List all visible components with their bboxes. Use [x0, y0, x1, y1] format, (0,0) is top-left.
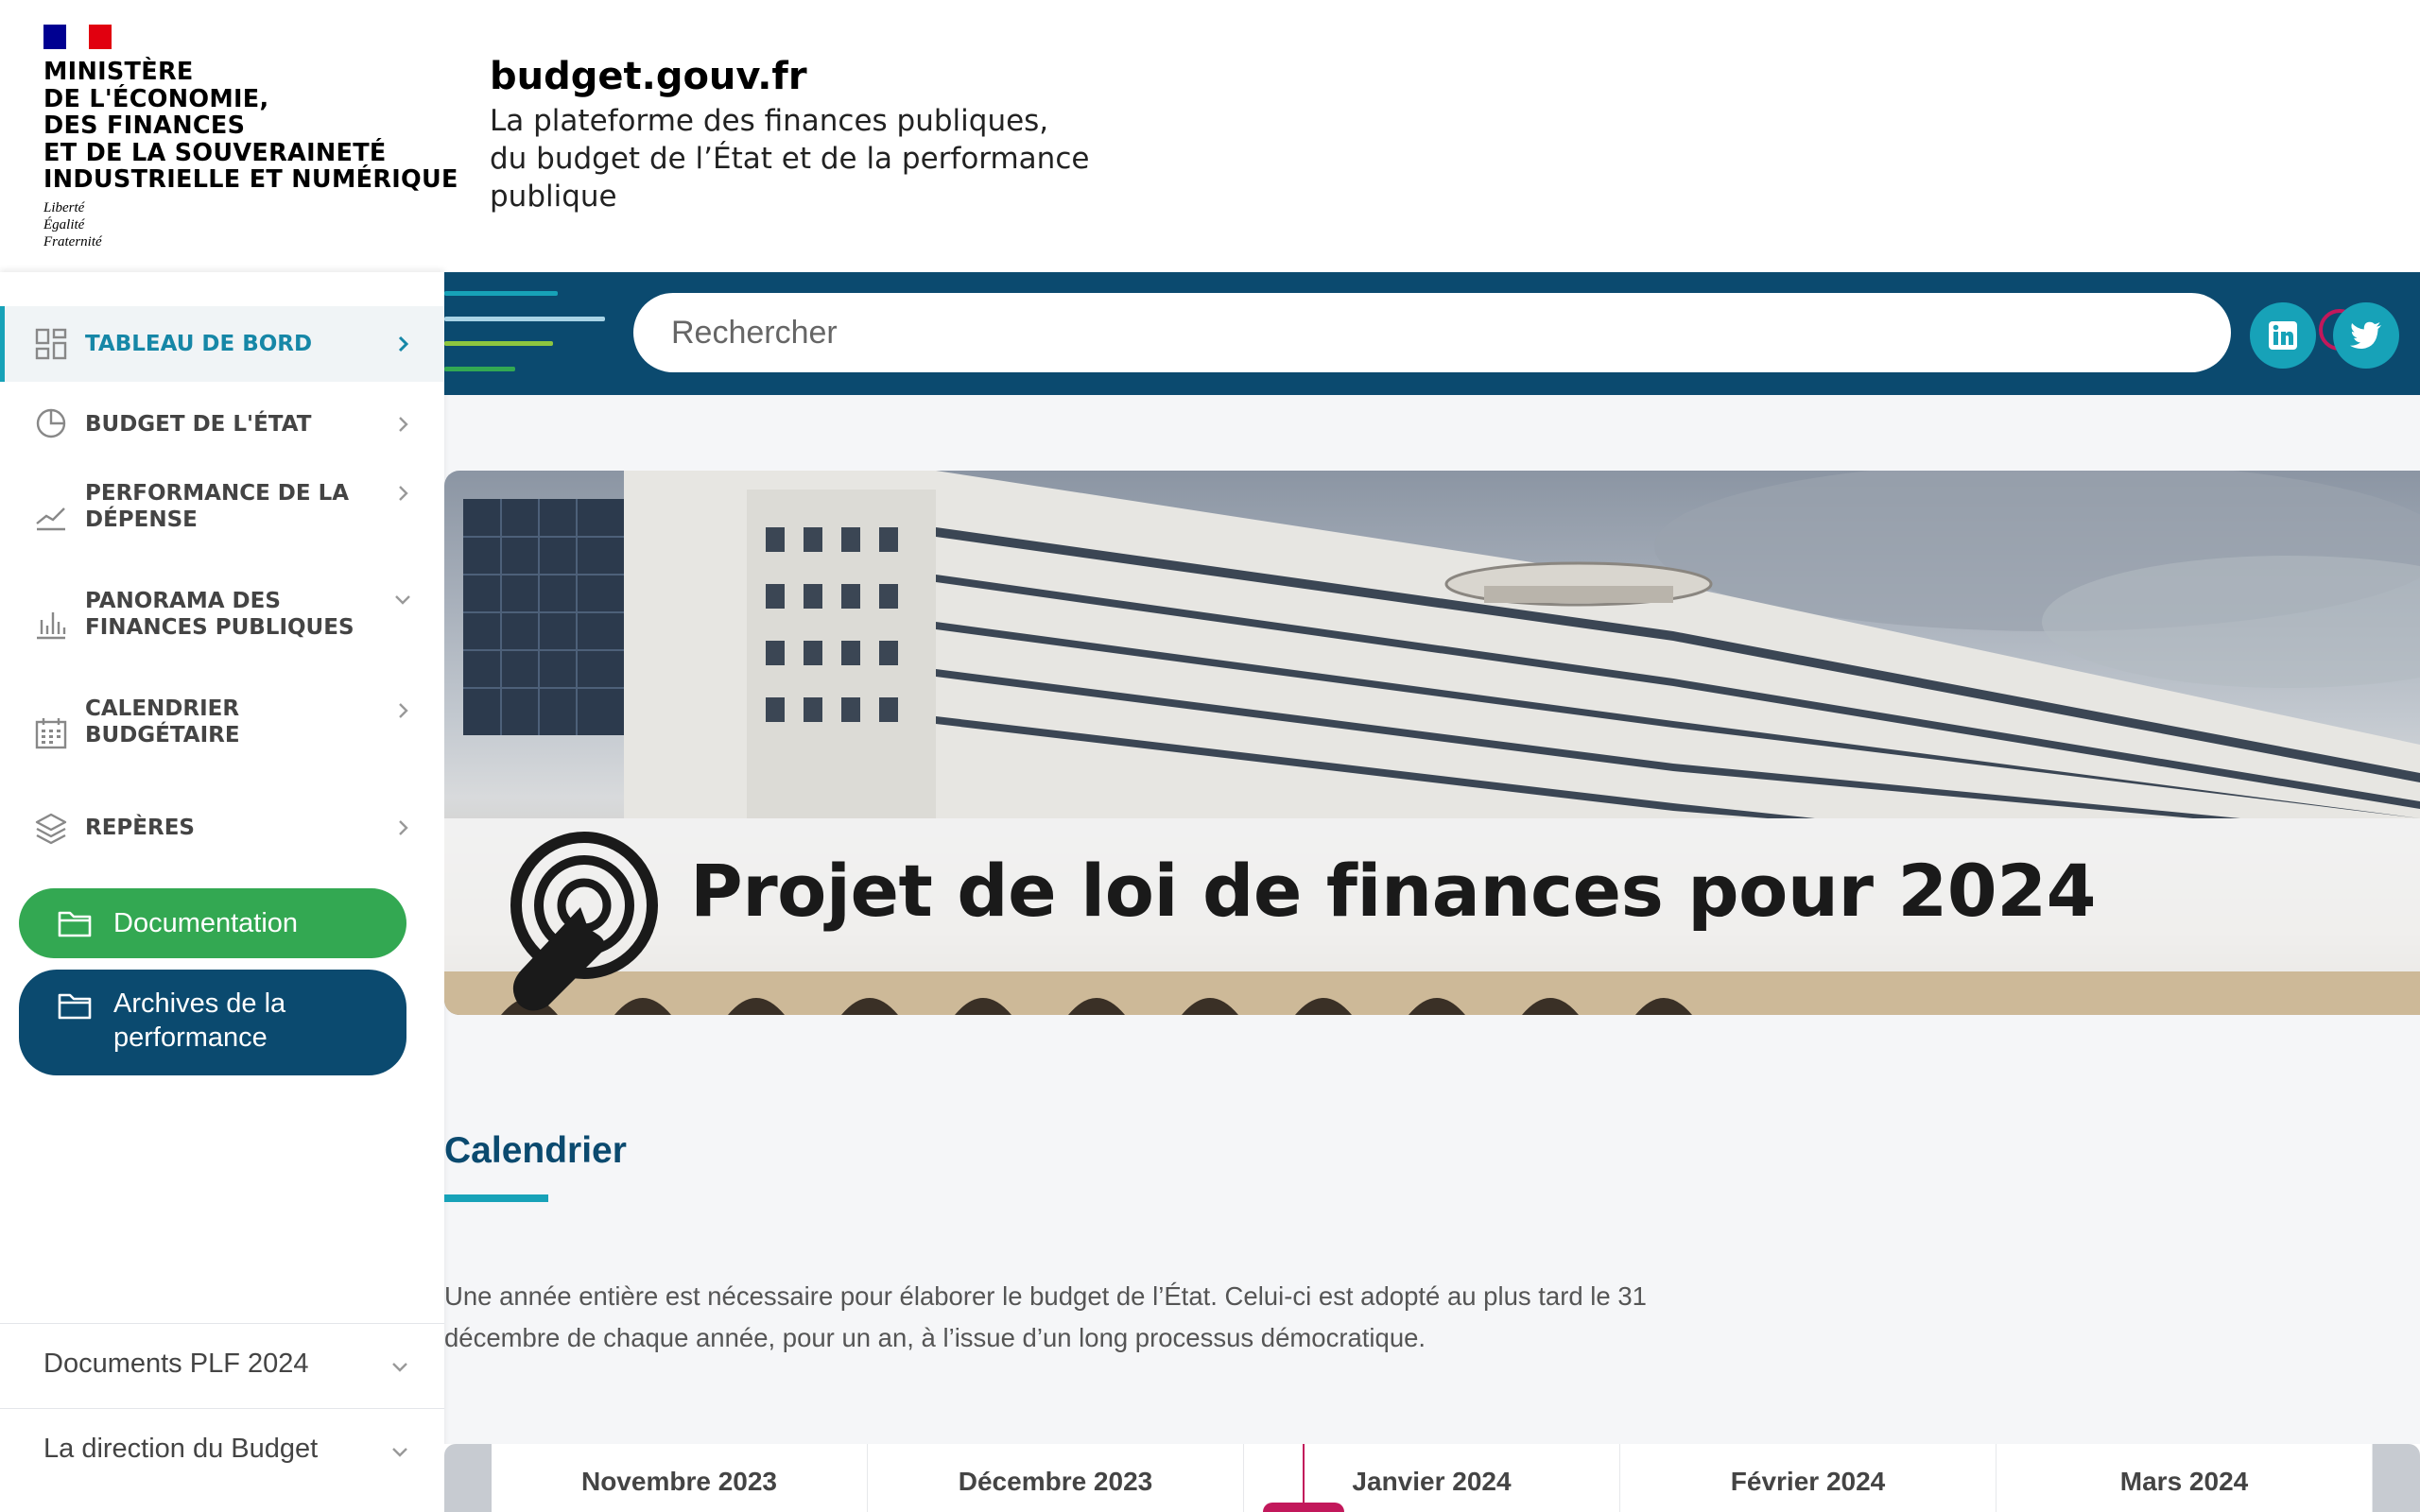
chevron-right-icon — [398, 335, 409, 352]
search-box[interactable] — [633, 293, 2369, 372]
direction-budget-label: La direction du Budget — [43, 1434, 319, 1464]
sidebar-item-budget-etat[interactable]: BUDGET DE L'ÉTAT — [0, 387, 444, 461]
click-hand-icon — [510, 832, 658, 1011]
hero-title: Projet de loi de finances pour 2024 — [690, 849, 2096, 933]
sidebar-item-calendrier[interactable]: CALENDRIER BUDGÉTAIRE — [0, 684, 444, 779]
calendar-description: Une année entière est nécessaire pour él… — [444, 1281, 1647, 1352]
sidebar-item-reperes[interactable]: REPÈRES — [0, 790, 444, 866]
archives-performance-button[interactable]: Archives de la performance — [19, 970, 406, 1075]
sidebar-item-performance[interactable]: PERFORMANCE DE LA DÉPENSE — [0, 469, 444, 563]
twitter-icon — [2350, 321, 2381, 350]
chevron-right-icon — [399, 486, 408, 501]
sidebar-item-label: TABLEAU DE BORD — [85, 332, 313, 356]
trend-icon — [36, 507, 65, 531]
folder-icon — [58, 993, 92, 1020]
dashboard-icon — [35, 328, 67, 360]
twitter-button[interactable] — [2333, 302, 2399, 369]
section-underline — [444, 1194, 548, 1202]
timeline-prev-button[interactable] — [444, 1444, 492, 1512]
chevron-right-icon — [399, 417, 408, 432]
sidebar-item-tableau-de-bord[interactable]: TABLEAU DE BORD — [0, 306, 444, 382]
archives-label: Archives de la performance — [113, 988, 286, 1053]
sidebar-item-label: PERFORMANCE DE LA DÉPENSE — [85, 481, 350, 532]
site-title[interactable]: budget.gouv.fr — [490, 55, 807, 98]
timeline-current-dot — [1263, 1503, 1344, 1512]
calendar-section-title: Calendrier — [444, 1130, 627, 1171]
search-banner — [444, 272, 2420, 395]
timeline-next-button[interactable] — [2373, 1444, 2420, 1512]
linkedin-icon — [2269, 321, 2297, 350]
marianne-logo[interactable] — [43, 25, 112, 49]
documents-plf-label: Documents PLF 2024 — [43, 1349, 309, 1379]
calendar-icon — [35, 718, 67, 749]
layers-icon — [35, 813, 67, 845]
search-input[interactable] — [671, 306, 2089, 359]
hero-banner[interactable]: Projet de loi de finances pour 2024 — [444, 471, 2420, 1015]
direction-budget-dropdown[interactable]: La direction du Budget — [0, 1408, 444, 1493]
folder-icon — [58, 911, 92, 937]
sidebar-item-label: REPÈRES — [85, 816, 195, 840]
decorative-line — [444, 341, 553, 346]
republic-motto: Liberté Égalité Fraternité — [43, 200, 102, 249]
pie-chart-icon — [36, 408, 66, 438]
site-header: MINISTÈRE DE L'ÉCONOMIE, DES FINANCES ET… — [0, 0, 2420, 272]
documents-plf-dropdown[interactable]: Documents PLF 2024 — [0, 1323, 444, 1408]
calendar-timeline: Novembre 2023 Décembre 2023 Janvier 2024… — [444, 1444, 2420, 1512]
documentation-label: Documentation — [113, 908, 299, 938]
chevron-down-icon — [395, 595, 410, 605]
timeline-month[interactable]: Février 2024 — [1620, 1444, 1996, 1512]
timeline-month[interactable]: Mars 2024 — [1996, 1444, 2373, 1512]
chevron-down-icon — [392, 1448, 407, 1457]
chevron-right-icon — [399, 820, 408, 835]
chevron-right-icon — [399, 703, 408, 718]
ministry-name[interactable]: MINISTÈRE DE L'ÉCONOMIE, DES FINANCES ET… — [43, 59, 458, 194]
decorative-line — [444, 291, 558, 296]
documentation-button[interactable]: Documentation — [19, 888, 406, 958]
sidebar-item-label: BUDGET DE L'ÉTAT — [85, 412, 312, 437]
site-tagline: La plateforme des finances publiques, du… — [490, 104, 1090, 214]
decorative-line — [444, 317, 605, 321]
timeline-month[interactable]: Décembre 2023 — [868, 1444, 1244, 1512]
sidebar-item-label: PANORAMA DES FINANCES PUBLIQUES — [85, 589, 354, 640]
chevron-down-icon — [392, 1363, 407, 1372]
decorative-line — [444, 367, 515, 371]
sidebar-item-label: CALENDRIER BUDGÉTAIRE — [85, 696, 240, 747]
sidebar-item-panorama[interactable]: PANORAMA DES FINANCES PUBLIQUES — [0, 576, 444, 671]
linkedin-button[interactable] — [2250, 302, 2316, 369]
timeline-month[interactable]: Novembre 2023 — [492, 1444, 868, 1512]
bar-chart-icon — [37, 612, 66, 640]
sidebar-nav: TABLEAU DE BORD BUDGET DE L'ÉTAT PERFORM… — [0, 272, 444, 1512]
